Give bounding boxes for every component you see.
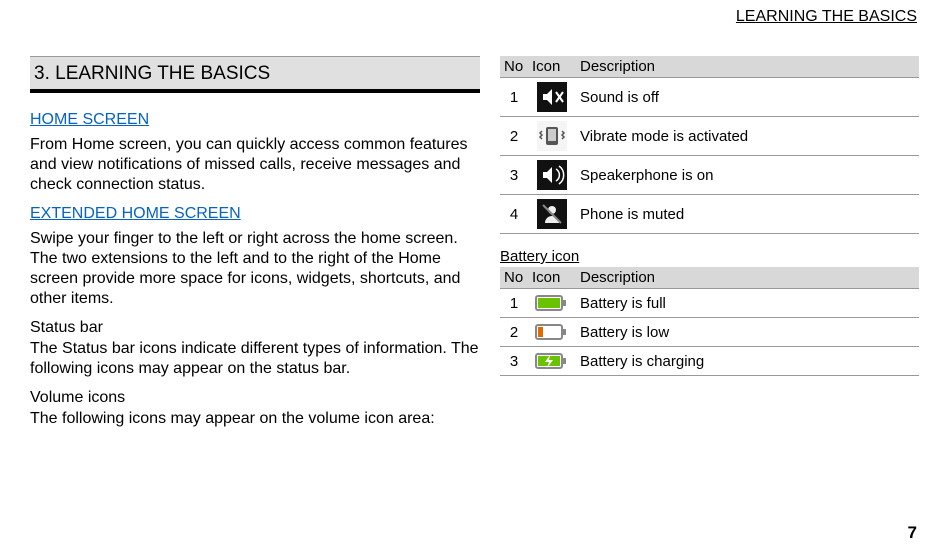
battery-full-icon (528, 289, 576, 318)
row-desc: Battery is charging (576, 347, 919, 376)
row-desc: Vibrate mode is activated (576, 117, 919, 156)
status-bar-body: The Status bar icons indicate different … (30, 339, 480, 379)
table-row: 1 Battery is full (500, 289, 919, 318)
mute-icon (528, 195, 576, 234)
col-no: No (500, 267, 528, 289)
table-row: 2 Vibrate mode is activated (500, 117, 919, 156)
row-no: 3 (500, 347, 528, 376)
vibrate-icon (528, 117, 576, 156)
row-desc: Battery is full (576, 289, 919, 318)
home-screen-heading[interactable]: HOME SCREEN (30, 111, 480, 129)
extended-home-body: Swipe your finger to the left or right a… (30, 229, 480, 309)
col-icon: Icon (528, 267, 576, 289)
sound-off-icon (528, 78, 576, 117)
row-no: 4 (500, 195, 528, 234)
row-no: 1 (500, 78, 528, 117)
table-header-row: No Icon Description (500, 267, 919, 289)
table-row: 4 Phone is muted (500, 195, 919, 234)
row-desc: Sound is off (576, 78, 919, 117)
speakerphone-icon (528, 156, 576, 195)
table-row: 1 Sound is off (500, 78, 919, 117)
col-desc: Description (576, 267, 919, 289)
volume-icons-body: The following icons may appear on the vo… (30, 409, 480, 429)
page-number: 7 (908, 523, 917, 543)
battery-icons-table: No Icon Description 1 Battery is full 2 … (500, 267, 919, 376)
extended-home-heading[interactable]: EXTENDED HOME SCREEN (30, 205, 480, 223)
row-no: 1 (500, 289, 528, 318)
row-desc: Phone is muted (576, 195, 919, 234)
battery-low-icon (528, 318, 576, 347)
status-bar-heading: Status bar (30, 319, 480, 337)
col-icon: Icon (528, 56, 576, 78)
battery-icon-heading: Battery icon (500, 248, 919, 265)
row-desc: Battery is low (576, 318, 919, 347)
row-no: 2 (500, 117, 528, 156)
battery-charging-icon (528, 347, 576, 376)
table-header-row: No Icon Description (500, 56, 919, 78)
row-no: 2 (500, 318, 528, 347)
volume-icons-table: No Icon Description 1 Sound is off 2 Vib… (500, 56, 919, 234)
left-column: 3. LEARNING THE BASICS HOME SCREEN From … (30, 56, 480, 439)
col-no: No (500, 56, 528, 78)
table-row: 3 Speakerphone is on (500, 156, 919, 195)
table-row: 3 Battery is charging (500, 347, 919, 376)
right-column: No Icon Description 1 Sound is off 2 Vib… (500, 56, 919, 439)
row-no: 3 (500, 156, 528, 195)
row-desc: Speakerphone is on (576, 156, 919, 195)
chapter-title: 3. LEARNING THE BASICS (30, 56, 480, 93)
table-row: 2 Battery is low (500, 318, 919, 347)
col-desc: Description (576, 56, 919, 78)
volume-icons-heading: Volume icons (30, 389, 480, 407)
home-screen-body: From Home screen, you can quickly access… (30, 135, 480, 195)
running-header: LEARNING THE BASICS (30, 8, 919, 26)
